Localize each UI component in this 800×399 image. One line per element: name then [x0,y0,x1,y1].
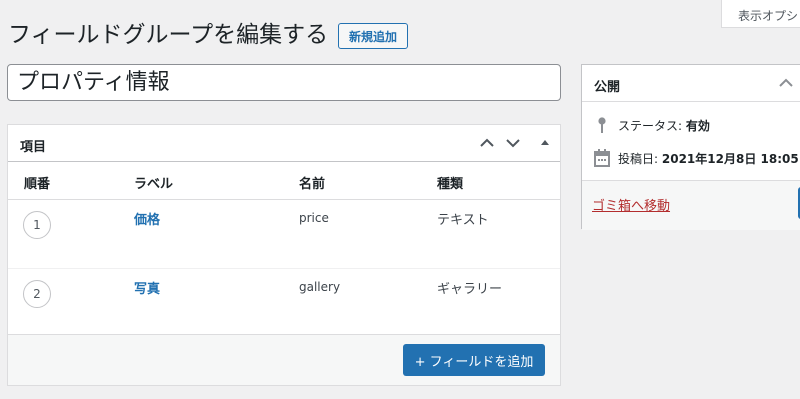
add-new-button[interactable]: 新規追加 [338,23,408,49]
status-value: 有効 [685,118,710,133]
field-type: テキスト [437,213,489,228]
move-to-trash-link[interactable]: ゴミ箱へ移動 [592,195,670,214]
publish-title: 公開 [594,80,621,95]
chevron-up-icon[interactable] [778,75,794,91]
chevron-down-icon[interactable] [504,134,522,152]
fields-metabox-footer: + フィールドを追加 [8,334,560,385]
date-value: 2021年12月8日 18:05 [661,151,799,166]
fields-metabox: 項目 順番 ラベル 名前 種類 1 価格 price テキスト 2 写真 gal… [7,124,561,386]
column-label: ラベル [134,177,174,192]
fields-metabox-title: 項目 [20,140,47,155]
publish-metabox-header: 公開 [582,65,800,102]
field-row[interactable]: 2 写真 gallery ギャラリー [8,269,560,338]
field-order-badge[interactable]: 1 [23,211,51,239]
field-name: gallery [299,280,341,294]
field-label-link[interactable]: 写真 [134,278,160,297]
screen-options-tab[interactable]: 表示オプション [721,0,800,28]
column-type: 種類 [437,177,464,192]
field-label-link[interactable]: 価格 [134,209,160,228]
page-title: フィールドグループを編集する [8,22,329,48]
chevron-up-icon[interactable] [478,134,496,152]
pin-icon [594,116,610,134]
field-name: price [299,211,329,225]
field-type: ギャラリー [437,282,503,297]
fields-table-header: 順番 ラベル 名前 種類 [8,162,560,200]
date-label: 投稿日: [618,151,659,166]
field-order-badge[interactable]: 2 [23,280,51,308]
calendar-icon [594,149,610,167]
status-label: ステータス: [618,118,683,133]
add-field-button[interactable]: + フィールドを追加 [403,344,545,376]
publish-actions: ゴミ箱へ移動 [582,180,800,230]
publish-date: 投稿日: 2021年12月8日 18:05 [594,149,799,167]
column-name: 名前 [299,177,326,192]
field-row[interactable]: 1 価格 price テキスト [8,200,560,269]
publish-status: ステータス: 有効 [594,116,710,134]
fields-metabox-header: 項目 [8,125,560,162]
publish-metabox: 公開 ステータス: 有効 投稿日: 2021年12月8日 18:05 ゴミ箱へ移… [581,64,800,230]
triangle-up-icon[interactable] [536,134,554,152]
column-order: 順番 [24,177,51,192]
field-group-title-input[interactable]: プロパティ情報 [7,64,561,101]
